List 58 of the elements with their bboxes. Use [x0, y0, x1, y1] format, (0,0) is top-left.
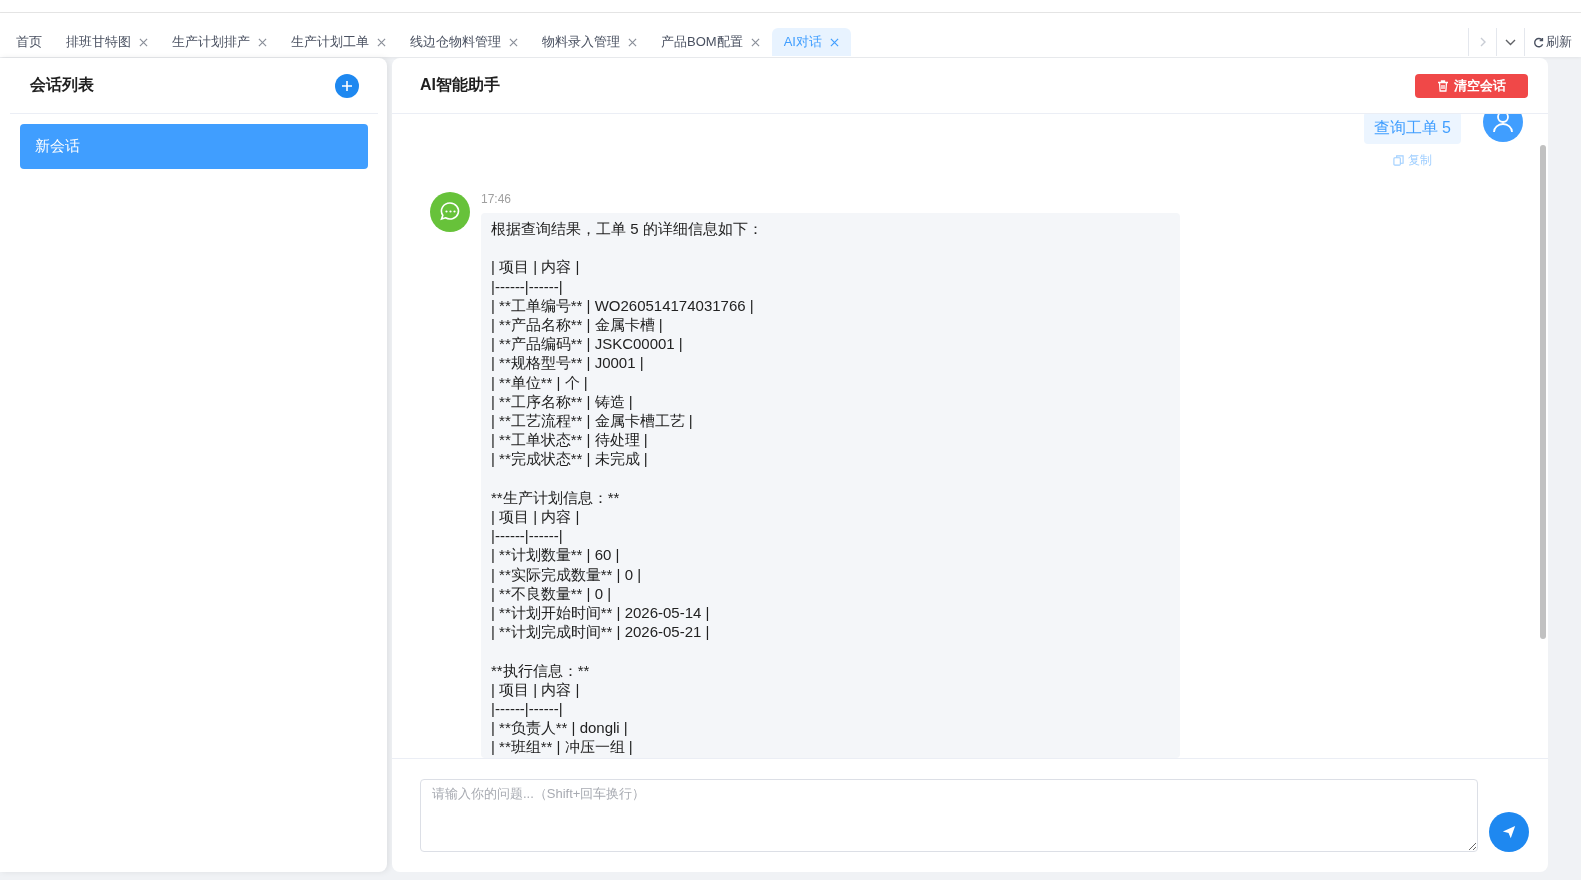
close-icon[interactable] — [139, 37, 148, 47]
tab[interactable]: 首页 — [4, 28, 54, 56]
refresh-icon — [1533, 36, 1544, 48]
close-icon[interactable] — [377, 37, 386, 47]
chevron-right-icon — [1479, 37, 1486, 47]
tab[interactable]: 线边仓物料管理 — [398, 28, 530, 56]
chat-bubble-icon — [430, 192, 470, 232]
message-line: | **计划数量** | 60 | — [491, 545, 620, 565]
copy-icon — [1392, 155, 1404, 166]
close-icon[interactable] — [829, 37, 839, 47]
message-line: | **完成状态** | 未完成 | — [491, 449, 648, 469]
message-line: | **单位** | 个 | — [491, 372, 588, 392]
send-button[interactable] — [1489, 812, 1529, 852]
new-session-button[interactable] — [335, 73, 359, 98]
chat-title: AI智能助手 — [420, 75, 500, 95]
person-avatar-icon — [1483, 114, 1523, 142]
plus-icon — [341, 79, 353, 92]
message-line: | **不良数量** | 0 | — [491, 583, 612, 604]
message-line: 根据查询结果，工单 5 的详细信息如下： — [491, 219, 763, 239]
close-icon[interactable] — [628, 37, 637, 47]
refresh-button[interactable]: 刷新 — [1524, 28, 1581, 56]
tab[interactable]: 排班甘特图 — [54, 28, 160, 56]
message-line: | 项目 | 内容 | — [491, 507, 580, 527]
message-line: | **计划完成时间** | 2026-05-21 | — [491, 622, 710, 642]
tab[interactable]: 物料录入管理 — [530, 28, 649, 56]
sidebar-title: 会话列表 — [30, 75, 94, 95]
message-line: | **工序名称** | 铸造 | — [491, 391, 633, 411]
close-icon[interactable] — [750, 37, 760, 47]
message-line: |------|------| — [491, 526, 563, 546]
message-line: | 项目 | 内容 | — [491, 679, 580, 700]
paper-plane-icon — [1502, 825, 1516, 839]
user-message: 查询工单 5 — [1363, 114, 1461, 144]
message-line: | **工艺流程** | 金属卡槽工艺 | — [491, 411, 693, 431]
message-line: | **实际完成数量** | 0 | — [491, 564, 642, 584]
tab[interactable]: 产品BOM配置 — [649, 28, 772, 56]
message-line: | **班组** | 冲压一组 | — [491, 737, 633, 757]
message-line: | **工单状态** | 待处理 | — [491, 430, 648, 450]
message-line: |------|------| — [491, 699, 563, 719]
scrollbar-thumb[interactable] — [1540, 145, 1546, 639]
tab[interactable]: 生产计划工单 — [279, 28, 398, 56]
message-line: | **计划开始时间** | 2026-05-14 | — [491, 603, 710, 623]
message-line: | **产品编码** | JSKC00001 | — [491, 334, 683, 354]
message-line: **执行信息：** — [491, 660, 590, 680]
message-line: | **产品名称** | 金属卡槽 | — [491, 315, 663, 335]
message-line: | 项目 | 内容 | — [491, 257, 580, 277]
message-line: **生产计划信息：** — [491, 487, 620, 507]
message-line: | **规格型号** | J0001 | — [491, 353, 644, 373]
chevron-down-icon — [1505, 38, 1516, 46]
message-input[interactable]: 请输入你的问题...（Shift+回车换行） — [420, 779, 1478, 852]
message-time: 17:46 — [481, 192, 512, 206]
tab[interactable]: 生产计划排产 — [160, 28, 279, 56]
message-line: | **工单编号** | WO260514174031766 | — [491, 295, 754, 315]
trash-icon — [1437, 79, 1449, 92]
close-icon[interactable] — [258, 37, 267, 47]
message-line: |------|------| — [491, 276, 563, 296]
clear-chat-button[interactable]: 清空会话 — [1415, 73, 1528, 98]
close-icon[interactable] — [509, 37, 518, 47]
message-line: | **负责人** | dongli | — [491, 718, 628, 738]
